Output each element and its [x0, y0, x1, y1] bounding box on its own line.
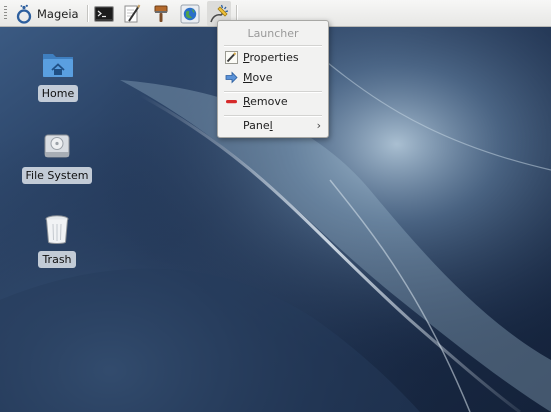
desktop-icon-label: File System — [21, 167, 93, 184]
panel-handle[interactable] — [4, 6, 7, 21]
desktop-icon-label: Trash — [38, 251, 76, 268]
text-editor-launcher[interactable] — [120, 1, 144, 26]
web-browser-icon — [180, 4, 200, 23]
menu-separator — [224, 45, 322, 46]
desktop[interactable]: Mageia Home File System Trash Launcher P… — [0, 0, 551, 412]
menu-item-label: Properties — [243, 51, 299, 64]
applications-menu-button[interactable]: Mageia — [11, 1, 83, 26]
chevron-right-icon: › — [316, 119, 321, 132]
menu-item-panel[interactable]: Panel › — [219, 116, 327, 135]
trash-icon — [45, 215, 69, 244]
text-editor-icon — [124, 3, 141, 22]
menu-item-label: Remove — [243, 95, 288, 108]
applications-menu-label: Mageia — [37, 6, 79, 21]
menu-item-label: Panel — [243, 119, 273, 132]
terminal-icon — [94, 5, 114, 22]
menu-title: Launcher — [247, 27, 299, 40]
pencil-icon — [225, 51, 238, 64]
terminal-launcher[interactable] — [92, 1, 116, 26]
desktop-icon-label: Home — [37, 85, 79, 102]
menu-item-label: Move — [243, 71, 273, 84]
mageia-logo-icon — [16, 4, 32, 24]
launcher-context-menu: Launcher Properties Move Remove Panel › — [217, 20, 329, 138]
panel-separator — [87, 5, 88, 22]
remove-icon — [226, 100, 237, 104]
home-folder-icon — [43, 54, 73, 77]
menu-item-remove[interactable]: Remove — [219, 92, 327, 111]
hard-drive-icon — [44, 134, 70, 158]
desktop-icon-home[interactable]: Home — [18, 48, 98, 102]
menu-item-properties[interactable]: Properties — [219, 48, 327, 67]
menu-item-move[interactable]: Move — [219, 68, 327, 87]
arrow-right-icon — [225, 71, 238, 84]
settings-launcher[interactable] — [149, 1, 173, 26]
desktop-icon-file-system[interactable]: File System — [17, 132, 97, 184]
web-browser-launcher[interactable] — [178, 1, 202, 26]
desktop-icon-trash[interactable]: Trash — [17, 214, 97, 268]
settings-brush-icon — [154, 5, 168, 22]
